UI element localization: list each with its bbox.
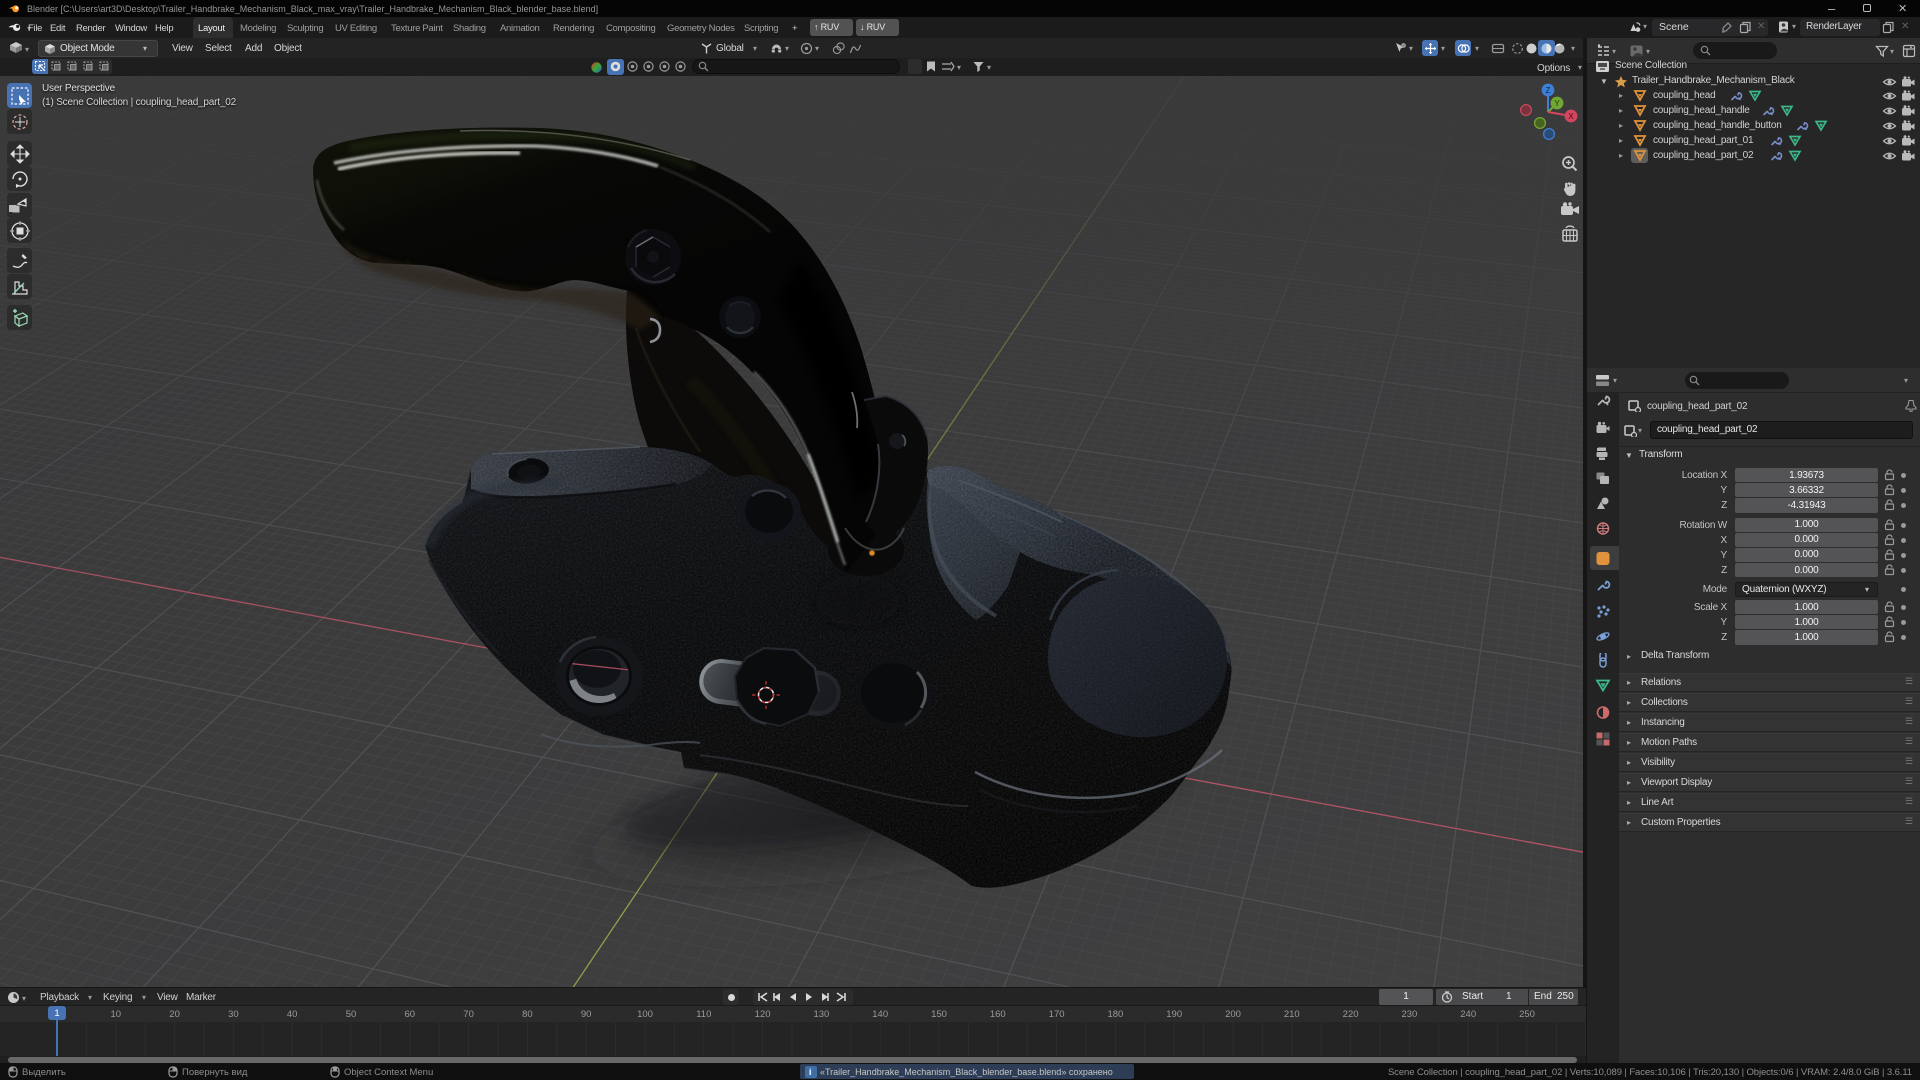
svg-text:Z: Z — [1546, 86, 1551, 95]
svg-text:X: X — [1568, 112, 1574, 121]
svg-text:Y: Y — [1554, 99, 1560, 108]
